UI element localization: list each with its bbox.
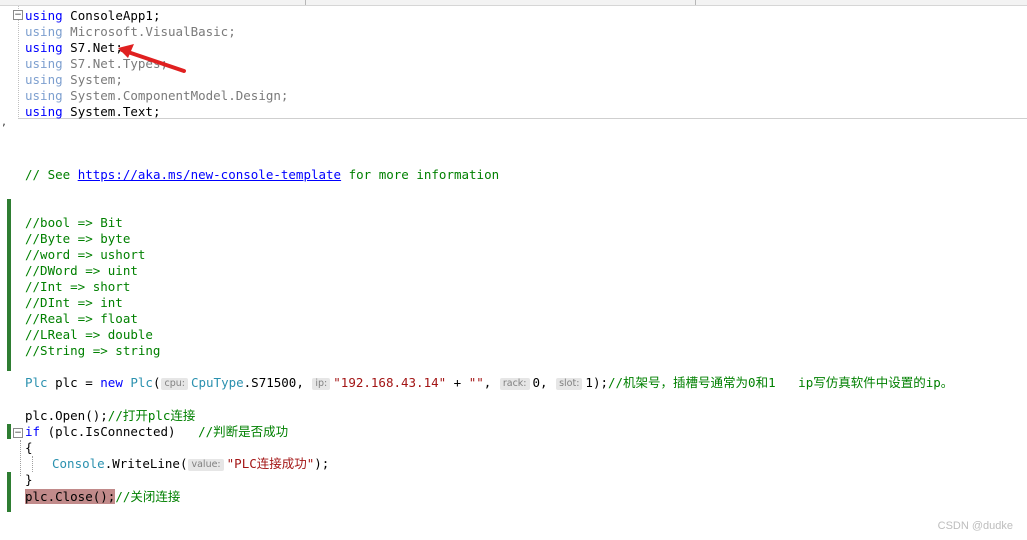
param-hint: cpu:	[161, 378, 188, 390]
collapse-toggle-icon[interactable]: −	[13, 10, 23, 20]
watermark: CSDN @dudke	[937, 520, 1013, 532]
code-line-comment[interactable]: //String => string	[25, 343, 160, 359]
change-indicator-bar	[7, 199, 11, 371]
code-line-comment[interactable]: //LReal => double	[25, 327, 153, 343]
code-line-using[interactable]: using System.ComponentModel.Design;	[25, 88, 288, 104]
indent-guide	[32, 456, 33, 472]
code-line-using[interactable]: using Microsoft.VisualBasic;	[25, 24, 236, 40]
param-hint: rack:	[499, 378, 530, 390]
code-line-comment[interactable]: //Real => float	[25, 311, 138, 327]
block-guide-line	[20, 440, 21, 476]
code-line-comment[interactable]: // See https://aka.ms/new-console-templa…	[25, 167, 499, 183]
caret-marker-icon: ,	[1, 117, 8, 128]
code-line-comment[interactable]: //Byte => byte	[25, 231, 130, 247]
change-indicator-bar	[7, 424, 11, 439]
docs-link[interactable]: https://aka.ms/new-console-template	[78, 167, 341, 182]
collapse-toggle-icon[interactable]: −	[13, 428, 23, 438]
code-line-comment[interactable]: //Int => short	[25, 279, 130, 295]
code-line-console[interactable]: Console.WriteLine(value: "PLC连接成功");	[52, 456, 329, 472]
param-hint: slot:	[556, 378, 583, 390]
tab-divider	[695, 0, 696, 5]
code-line-using[interactable]: using System.Text;	[25, 104, 160, 120]
code-line-close[interactable]: plc.Close();//关闭连接	[25, 489, 180, 505]
param-hint: value:	[188, 459, 224, 471]
tab-divider	[305, 0, 306, 5]
annotation-arrow-icon	[118, 44, 186, 73]
param-hint: ip:	[312, 378, 331, 390]
code-line-open[interactable]: plc.Open();//打开plc连接	[25, 408, 195, 424]
change-indicator-bar	[7, 472, 11, 512]
code-line-if[interactable]: if (plc.IsConnected) //判断是否成功	[25, 424, 288, 440]
code-line-comment[interactable]: //bool => Bit	[25, 215, 123, 231]
selected-text[interactable]: plc.Close();	[25, 489, 116, 504]
code-line-brace[interactable]: {	[25, 440, 33, 456]
code-line-comment[interactable]: //DWord => uint	[25, 263, 138, 279]
code-line-comment[interactable]: //word => ushort	[25, 247, 145, 263]
code-line-comment[interactable]: //DInt => int	[25, 295, 123, 311]
code-line-plc-ctor[interactable]: Plc plc = new Plc(cpu: CpuType.S71500, ip…	[25, 375, 953, 391]
code-line-using[interactable]: using ConsoleApp1;	[25, 8, 160, 24]
code-line-brace[interactable]: }	[25, 472, 33, 488]
